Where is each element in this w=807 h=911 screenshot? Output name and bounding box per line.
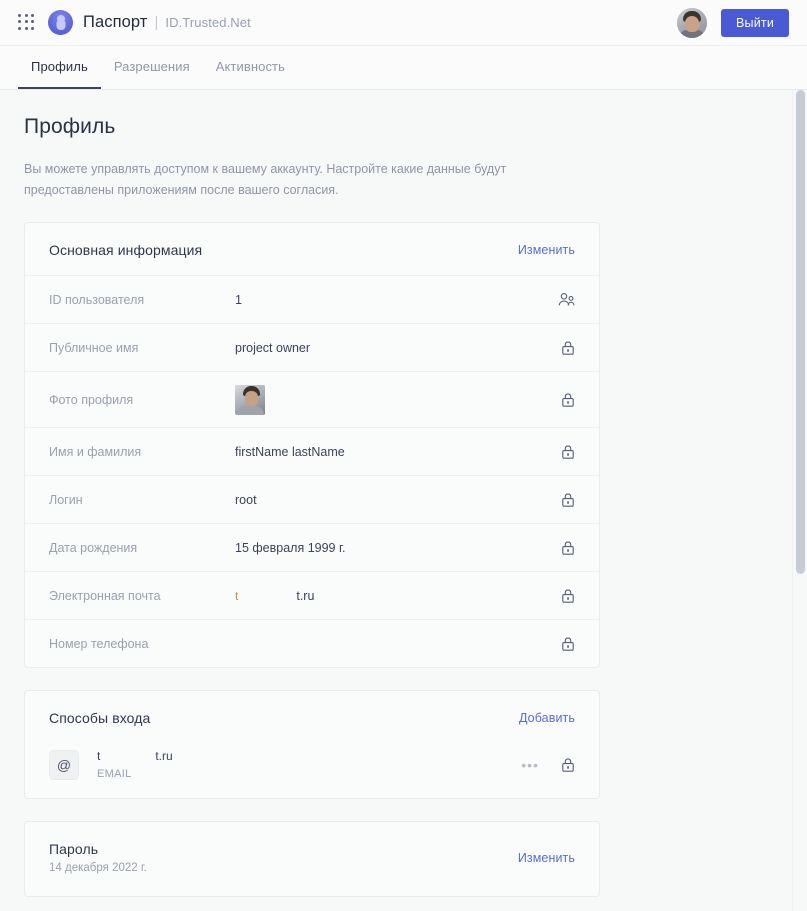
login-methods-card: Способы входа Добавить @ t t.ru EMAIL ••… [24,690,600,800]
user-avatar[interactable] [676,7,707,38]
lock-icon [551,444,575,460]
row-email: Электронная почта t t.ru [25,571,599,619]
login-method-item[interactable]: @ t t.ru EMAIL ••• [25,743,599,798]
card-title: Пароль [49,841,99,858]
users-icon [551,292,575,307]
row-user-id: ID пользователя 1 [25,275,599,323]
lock-icon [551,588,575,604]
email-visible-prefix: t [235,588,239,603]
row-birth-date: Дата рождения 15 февраля 1999 г. [25,523,599,571]
passport-profile-page: Паспорт | ID.Trusted.Net Выйти Профиль Р… [0,0,807,911]
row-value: project owner [235,340,311,355]
address-visible-prefix: t [97,749,101,764]
card-title: Основная информация [49,242,203,259]
row-value: 1 [235,292,242,307]
email-visible-suffix: t.ru [296,588,315,603]
row-value: firstName lastName [235,444,345,459]
tab-activity[interactable]: Активность [203,46,298,89]
password-card: Пароль 14 декабря 2022 г. Изменить [24,821,600,898]
more-dots-icon[interactable]: ••• [521,757,539,773]
tab-permissions[interactable]: Разрешения [101,46,203,89]
card-header: Пароль 14 декабря 2022 г. Изменить [25,822,599,896]
row-label: ID пользователя [49,292,145,307]
lock-icon [551,636,575,652]
edit-basic-info-link[interactable]: Изменить [518,243,575,257]
content-scroll-area[interactable]: Профиль Вы можете управлять доступом к в… [0,90,797,911]
top-bar: Паспорт | ID.Trusted.Net Выйти [0,0,807,46]
page-title: Профиль [24,115,116,138]
passport-logo-icon[interactable] [48,10,73,35]
scrollbar-thumb[interactable] [796,90,805,574]
add-login-method-link[interactable]: Добавить [519,711,575,725]
lock-icon [551,492,575,508]
redacted-email-value: t t.ru [235,589,314,603]
row-label: Электронная почта [49,588,161,603]
row-value: root [235,492,257,507]
login-method-actions: ••• [521,757,575,773]
tab-profile[interactable]: Профиль [18,46,101,89]
row-label: Дата рождения [49,540,138,555]
row-public-name: Публичное имя project owner [25,323,599,371]
row-full-name: Имя и фамилия firstName lastName [25,427,599,475]
basic-information-card: Основная информация Изменить ID пользова… [24,222,600,669]
password-card-text: Пароль 14 декабря 2022 г. [49,841,147,874]
row-phone-number: Номер телефона [25,619,599,667]
profile-photo-thumbnail[interactable] [235,384,265,415]
lock-icon [561,757,575,773]
logout-button[interactable]: Выйти [720,8,789,37]
at-sign-icon: @ [49,749,79,780]
lock-icon [551,540,575,556]
row-label: Имя и фамилия [49,444,142,459]
brand-title: Паспорт [83,13,148,31]
card-title: Способы входа [49,710,151,727]
card-header: Способы входа Добавить [25,691,599,743]
tab-bar: Профиль Разрешения Активность [0,46,807,90]
row-value: t t.ru [235,589,551,603]
row-profile-photo: Фото профиля [25,371,599,427]
row-label: Логин [49,492,83,507]
brand-subtitle: ID.Trusted.Net [165,15,251,30]
row-login: Логин root [25,475,599,523]
row-value: 15 февраля 1999 г. [235,540,346,555]
page-description: Вы можете управлять доступом к вашему ак… [24,162,507,197]
top-bar-right: Выйти [676,7,807,38]
grid-apps-icon[interactable] [18,13,36,32]
password-changed-date: 14 декабря 2022 г. [49,862,147,875]
row-value [235,384,551,415]
login-method-address: t t.ru [97,749,173,763]
address-visible-suffix: t.ru [155,749,173,764]
login-method-text: t t.ru EMAIL [97,749,173,780]
change-password-link[interactable]: Изменить [518,851,575,865]
login-method-kind: EMAIL [97,768,132,781]
lock-icon [551,392,575,408]
lock-icon [551,340,575,356]
vertical-scrollbar[interactable] [792,90,807,911]
row-label: Фото профиля [49,392,134,407]
brand-separator: | [154,14,159,31]
row-label: Номер телефона [49,636,149,651]
row-label: Публичное имя [49,340,139,355]
card-header: Основная информация Изменить [25,223,599,275]
